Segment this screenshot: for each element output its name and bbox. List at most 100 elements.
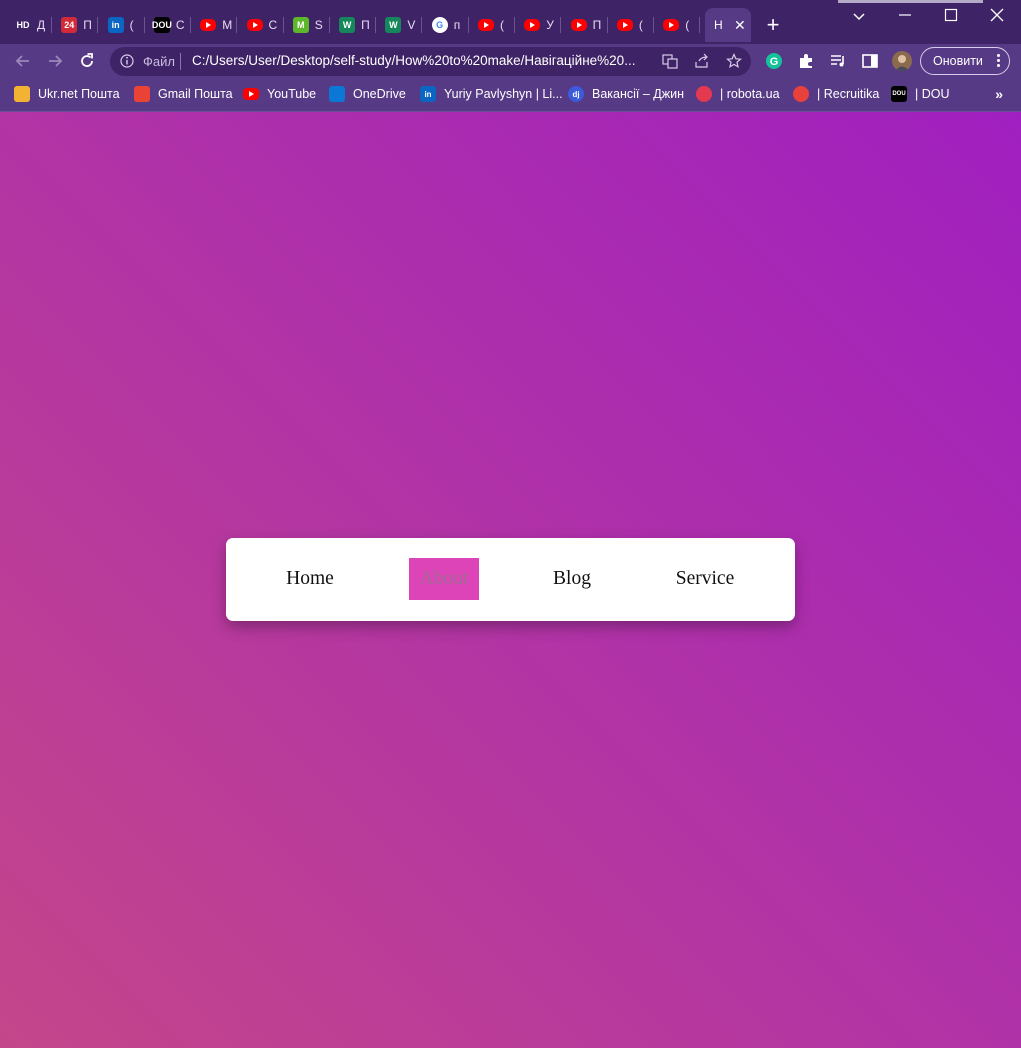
menu-dots-icon[interactable]	[997, 54, 1000, 69]
star-icon[interactable]	[726, 53, 742, 69]
tab-title: П	[361, 18, 370, 32]
m-icon: M	[292, 17, 309, 33]
w-icon: W	[385, 17, 402, 33]
tab-title: М	[222, 18, 233, 32]
profile-avatar[interactable]	[892, 51, 912, 71]
window-accent-strip	[838, 0, 983, 3]
share-icon[interactable]	[694, 53, 710, 69]
navigation-card: Home About Blog Service	[226, 538, 795, 621]
update-button[interactable]: Оновити	[920, 47, 1010, 75]
bookmark-label: OneDrive	[353, 87, 406, 101]
page-background: Home About Blog Service	[0, 112, 1021, 1048]
youtube-icon	[478, 19, 494, 31]
bookmark-label: | robota.ua	[720, 87, 780, 101]
tab[interactable]: WV	[376, 8, 423, 42]
bookmarks-bar: Ukr.net Пошта Gmail Пошта YouTube OneDrive i…	[0, 78, 1021, 112]
youtube-icon	[570, 19, 587, 31]
maximize-icon[interactable]	[936, 4, 966, 26]
tab-title: V	[407, 18, 416, 32]
robota-icon	[696, 86, 712, 102]
tab[interactable]: Gп	[423, 8, 469, 42]
tab[interactable]: С	[238, 8, 284, 42]
bookmark-item[interactable]: | robota.ua	[696, 85, 780, 103]
youtube-icon	[663, 19, 680, 31]
youtube-icon	[616, 19, 633, 31]
bookmark-item[interactable]: Gmail Пошта	[134, 85, 233, 103]
tab-separator	[699, 17, 701, 33]
tab-title: П	[592, 18, 602, 32]
minimize-icon[interactable]	[890, 4, 920, 26]
bookmark-item[interactable]: Ukr.net Пошта	[14, 85, 120, 103]
bookmark-item[interactable]: YouTube	[243, 85, 316, 103]
bookmark-item[interactable]: in Yuriy Pavlyshyn | Li...	[420, 85, 563, 103]
address-divider	[180, 53, 181, 70]
tab-title: S	[314, 18, 323, 32]
tab[interactable]: (	[469, 8, 515, 42]
browser-title-bar: HD Д 24 Пin(DOU С М С M S W П W V Gп(У П(( Н ✕ +	[0, 0, 1021, 44]
side-panel-icon[interactable]	[861, 52, 879, 70]
youtube-icon	[243, 88, 259, 100]
tab[interactable]: 24 П	[52, 8, 99, 42]
tab-title: С	[175, 18, 185, 32]
tab[interactable]: DOU С	[145, 8, 191, 42]
browser-toolbar: Файл C:/Users/User/Desktop/self-study/Ho…	[0, 44, 1021, 78]
tab[interactable]: У	[515, 8, 562, 42]
bookmark-item[interactable]: dj Вакансії – Джин	[568, 85, 684, 103]
24-icon: 24	[61, 17, 78, 33]
djinni-icon: dj	[568, 86, 584, 102]
more-bookmarks-icon[interactable]: »	[995, 86, 1003, 102]
ukrnet-icon	[14, 86, 30, 102]
nav-link-service[interactable]: Service	[660, 558, 750, 600]
bookmark-label: Gmail Пошта	[158, 87, 233, 101]
tab[interactable]: (	[608, 8, 654, 42]
tab-title: (	[500, 18, 504, 32]
tab-title: У	[546, 18, 554, 32]
tab-title: Н	[714, 18, 723, 32]
recruitika-icon	[793, 86, 809, 102]
tab-search-icon[interactable]	[850, 8, 868, 26]
close-window-icon[interactable]	[982, 4, 1012, 26]
translate-icon[interactable]	[662, 53, 678, 69]
media-queue-icon[interactable]	[829, 52, 847, 70]
info-icon[interactable]	[120, 54, 134, 68]
bookmark-label: | DOU	[915, 87, 950, 101]
address-bar[interactable]: Файл C:/Users/User/Desktop/self-study/Ho…	[110, 47, 751, 76]
tab-title: (	[638, 18, 643, 32]
update-button-label: Оновити	[933, 54, 983, 68]
bookmark-item[interactable]: OneDrive	[329, 85, 406, 103]
nav-link-blog[interactable]: Blog	[536, 558, 608, 600]
tab-title: п	[453, 18, 461, 32]
tab[interactable]: (	[654, 8, 701, 42]
tab[interactable]: М	[191, 8, 238, 42]
tab-active[interactable]: Н ✕	[705, 8, 751, 42]
tab[interactable]: MS	[284, 8, 330, 42]
linkedin-icon: in	[107, 17, 124, 33]
youtube-icon	[200, 19, 217, 31]
tab[interactable]: HD Д	[6, 8, 52, 42]
nav-link-home[interactable]: Home	[270, 558, 350, 600]
scheme-label: Файл	[143, 54, 175, 69]
youtube-icon	[524, 19, 541, 31]
new-tab-button[interactable]: +	[762, 14, 784, 36]
gmail-icon	[134, 86, 150, 102]
reload-icon[interactable]	[77, 51, 97, 71]
tab-title: П	[83, 18, 92, 32]
bookmark-item[interactable]: | Recruitika	[793, 85, 879, 103]
nav-link-about[interactable]: About	[409, 558, 479, 600]
extensions-icon[interactable]	[797, 52, 815, 70]
linkedin-icon: in	[420, 86, 436, 102]
tab[interactable]: in (	[99, 8, 145, 42]
youtube-icon	[246, 19, 263, 31]
tab[interactable]: П	[562, 8, 608, 42]
url-text[interactable]: C:/Users/User/Desktop/self-study/How%20t…	[192, 53, 662, 68]
w-icon: W	[339, 17, 356, 33]
bookmark-item[interactable]: DOU | DOU	[891, 85, 950, 103]
svg-text:G: G	[770, 56, 779, 68]
back-icon[interactable]	[13, 51, 33, 71]
bookmark-label: Ukr.net Пошта	[38, 87, 120, 101]
forward-icon[interactable]	[45, 51, 65, 71]
tab-title: С	[268, 18, 278, 32]
grammarly-icon[interactable]: G	[765, 52, 783, 70]
tab[interactable]: WП	[330, 8, 377, 42]
close-tab-icon[interactable]: ✕	[734, 17, 746, 34]
